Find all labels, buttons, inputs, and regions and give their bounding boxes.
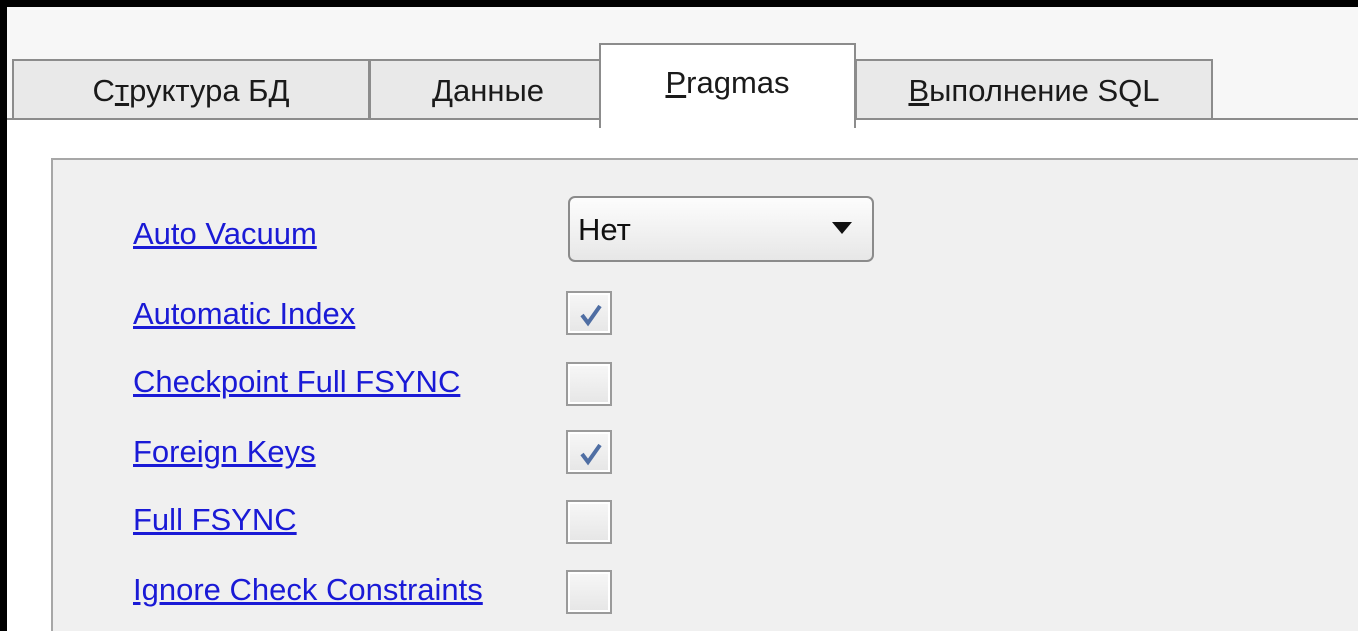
full-fsync-checkbox[interactable] — [566, 500, 612, 544]
pragmas-panel: Auto Vacuum Нет Automatic Index Checkpoi… — [7, 120, 1358, 631]
pragma-row-checkpoint-full-fsync: Checkpoint Full FSYNC — [53, 358, 953, 420]
tab-label-post: ragmas — [686, 65, 790, 100]
foreign-keys-checkbox[interactable] — [566, 430, 612, 474]
automatic-index-checkbox[interactable] — [566, 291, 612, 335]
pragma-row-automatic-index: Automatic Index — [53, 290, 953, 352]
pragma-link-foreign-keys[interactable]: Foreign Keys — [133, 434, 316, 470]
tab-data[interactable]: Данные — [369, 59, 607, 126]
tab-database-structure[interactable]: Структура БД — [12, 59, 370, 126]
tab-label-post: анные — [452, 73, 544, 108]
checkpoint-full-fsync-checkbox[interactable] — [566, 362, 612, 406]
tab-label-pre: С — [92, 73, 115, 108]
database-editor-window: Структура БД Данные Pragmas Выполнение S… — [0, 0, 1358, 631]
chevron-down-icon — [832, 222, 852, 234]
tab-label-post: руктура БД — [129, 73, 290, 108]
check-icon — [580, 443, 602, 466]
tab-pragmas[interactable]: Pragmas — [599, 43, 856, 128]
tab-label-mnemonic: Д — [431, 73, 453, 108]
ignore-check-constraints-checkbox[interactable] — [566, 570, 612, 614]
pragma-link-ignore-check-constraints[interactable]: Ignore Check Constraints — [133, 572, 483, 608]
tab-label-post: ыполнение SQL — [929, 73, 1160, 108]
pragma-row-ignore-check-constraints: Ignore Check Constraints — [53, 566, 953, 628]
tab-label-mnemonic: P — [665, 65, 687, 100]
auto-vacuum-value: Нет — [578, 212, 631, 247]
pragmas-group: Auto Vacuum Нет Automatic Index Checkpoi… — [51, 158, 1358, 631]
check-icon — [580, 304, 602, 327]
tab-label-mnemonic: В — [908, 73, 930, 108]
pragma-row-full-fsync: Full FSYNC — [53, 496, 953, 558]
tab-bar: Структура БД Данные Pragmas Выполнение S… — [7, 7, 1358, 128]
auto-vacuum-dropdown[interactable]: Нет — [568, 196, 874, 262]
tab-execute-sql[interactable]: Выполнение SQL — [855, 59, 1213, 126]
pragma-link-automatic-index[interactable]: Automatic Index — [133, 296, 355, 332]
pragma-link-auto-vacuum[interactable]: Auto Vacuum — [133, 216, 317, 252]
pragma-link-checkpoint-full-fsync[interactable]: Checkpoint Full FSYNC — [133, 364, 460, 400]
pragma-row-foreign-keys: Foreign Keys — [53, 428, 953, 490]
pragma-link-full-fsync[interactable]: Full FSYNC — [133, 502, 297, 538]
tab-label-mnemonic: т — [114, 73, 130, 108]
